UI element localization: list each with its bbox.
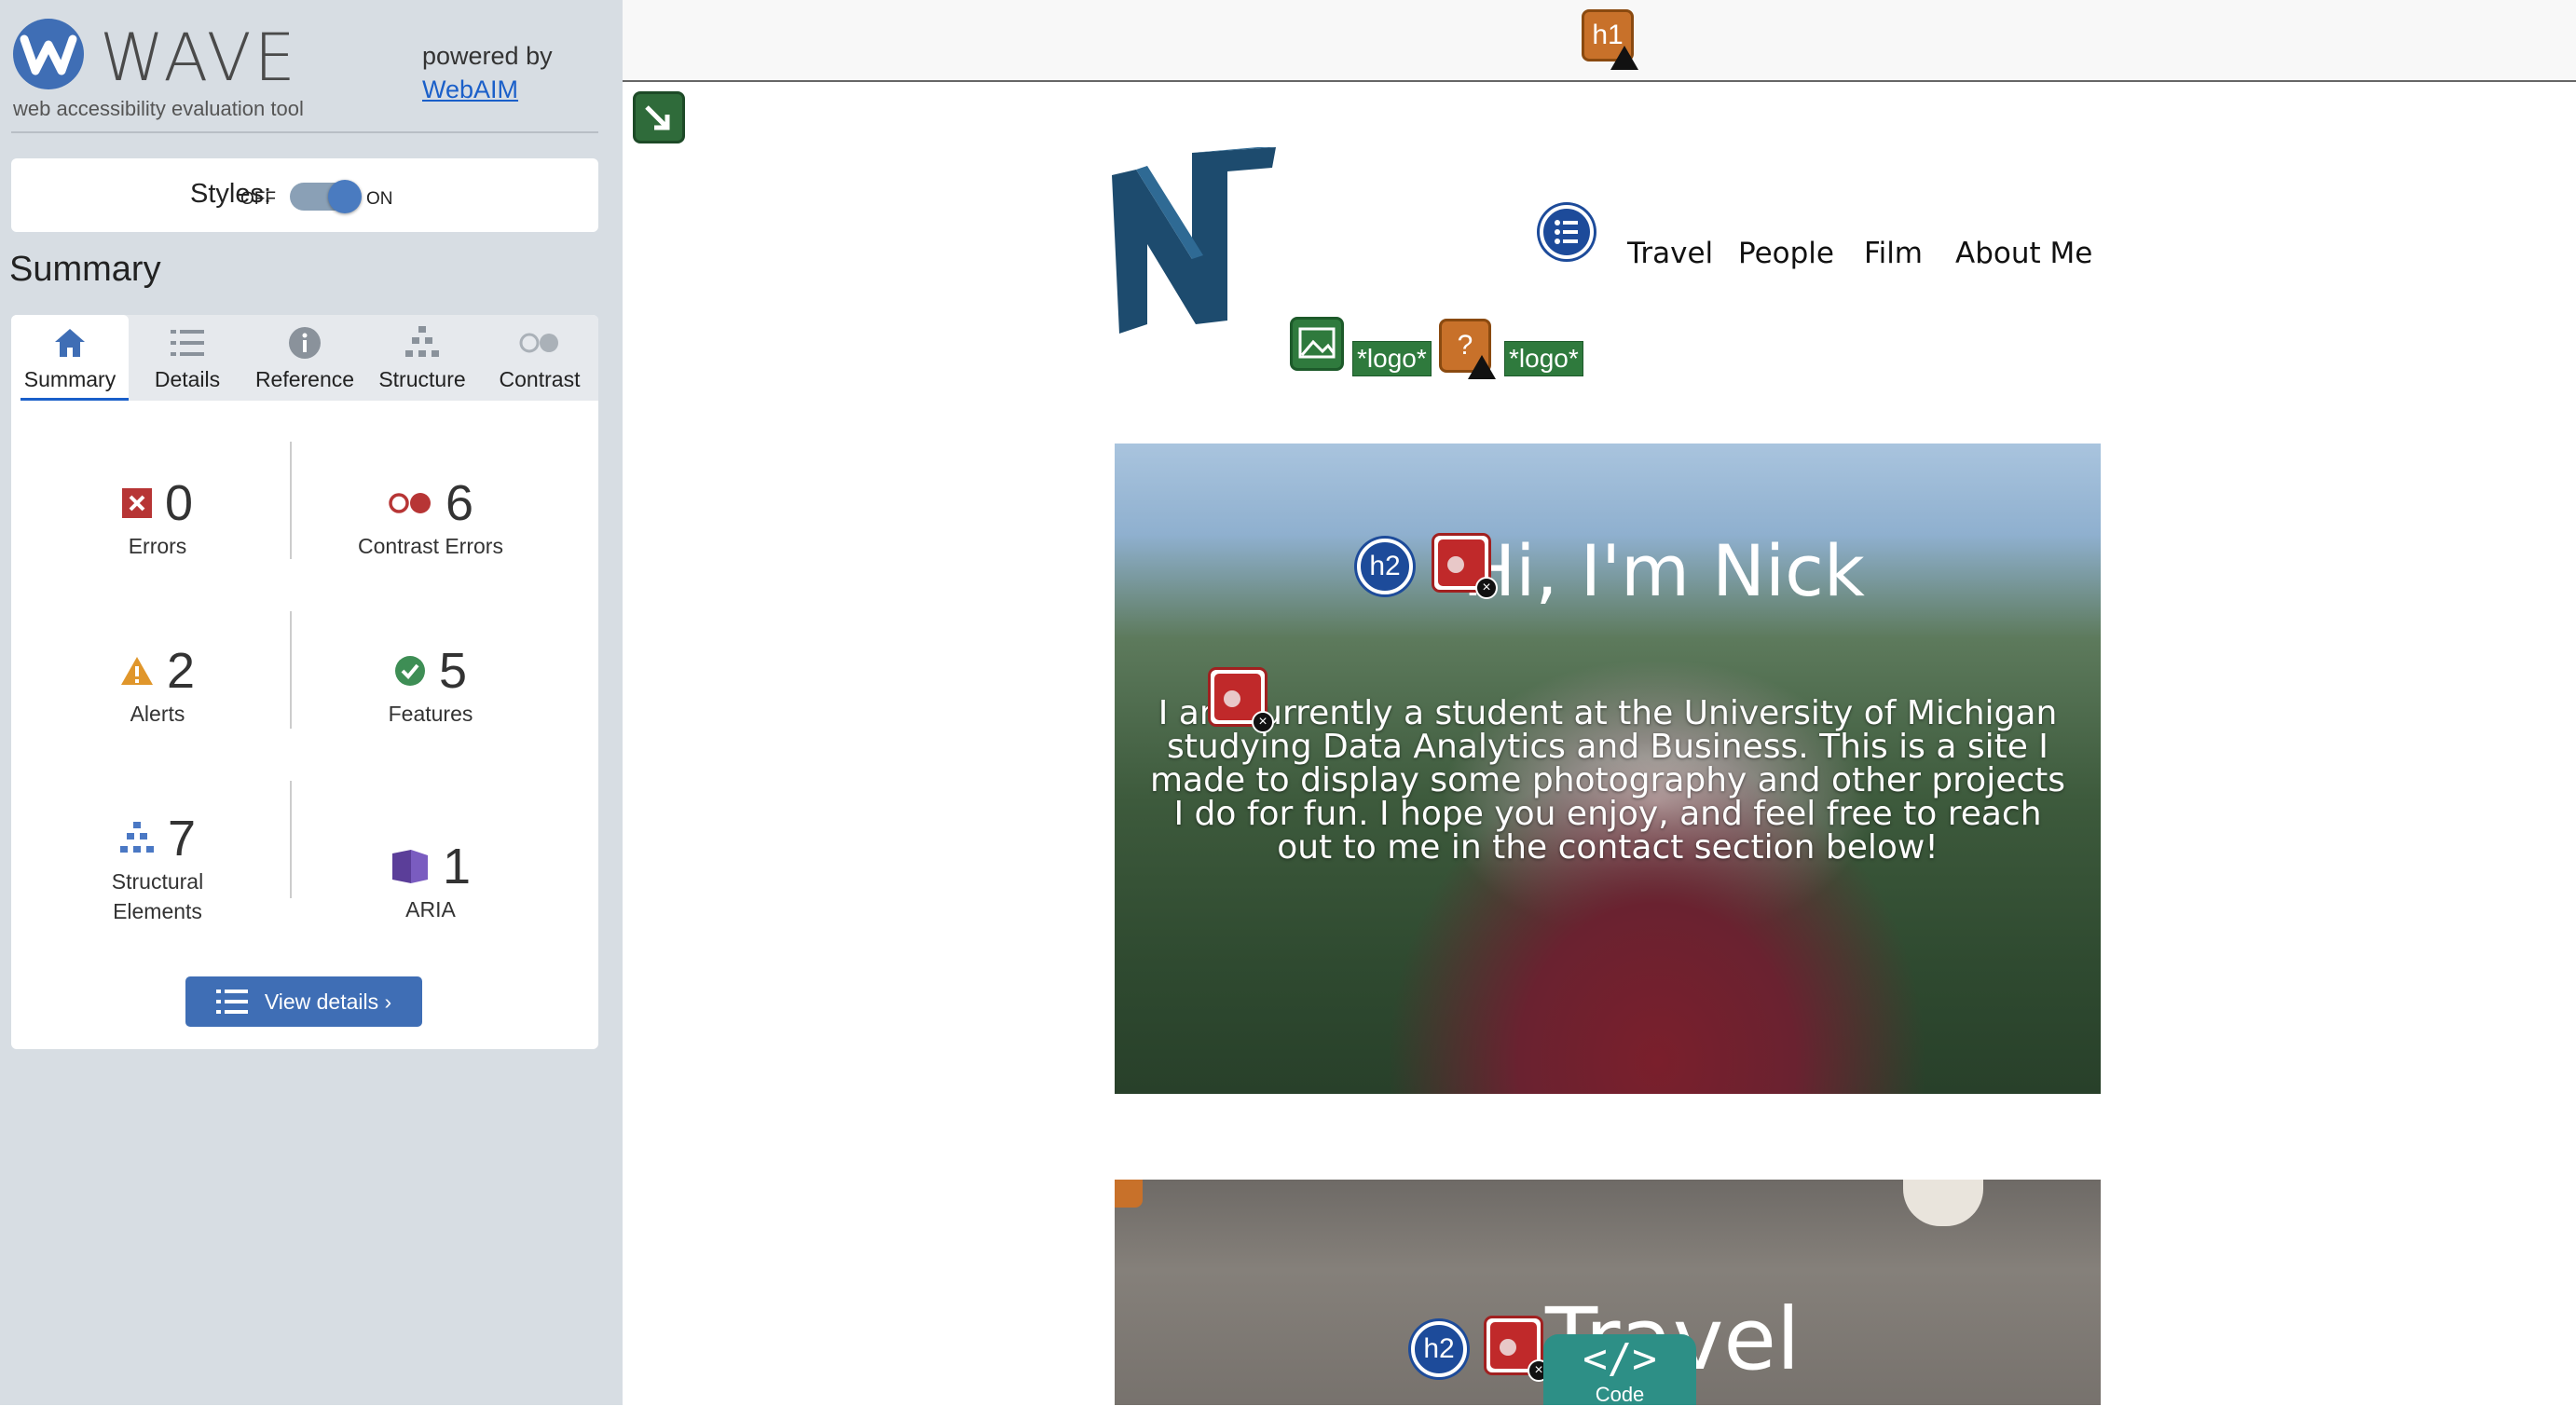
structure-elements-icon bbox=[119, 822, 154, 853]
list-icon bbox=[171, 330, 204, 356]
errors-stat[interactable]: 0 Errors bbox=[22, 475, 293, 561]
tab-contrast[interactable]: Contrast bbox=[481, 315, 598, 401]
h2-heading-icon[interactable]: h2 bbox=[1357, 539, 1413, 594]
alerts-label: Alerts bbox=[130, 702, 185, 726]
errors-label: Errors bbox=[128, 534, 187, 558]
suspicious-alt-icon[interactable]: ? bbox=[1439, 319, 1496, 379]
nav-link-about[interactable]: About Me bbox=[1955, 237, 2092, 270]
structural-stat[interactable]: 7 Structural Elements bbox=[22, 811, 293, 926]
features-stat[interactable]: 5 Features bbox=[295, 643, 566, 729]
contrast-icon bbox=[519, 333, 558, 353]
feature-icon bbox=[394, 656, 425, 686]
tab-reference[interactable]: Reference bbox=[246, 315, 363, 401]
wave-logo-icon bbox=[13, 19, 84, 89]
view-details-label: View details › bbox=[264, 989, 392, 1014]
wave-sidebar: WAVE web accessibility evaluation tool p… bbox=[0, 0, 623, 1405]
contrast-error-icon[interactable]: × bbox=[1484, 1316, 1550, 1382]
partial-alert-icon[interactable] bbox=[1115, 1180, 1143, 1208]
contrast-error-icon[interactable]: × bbox=[1432, 533, 1498, 599]
errors-count: 0 bbox=[164, 475, 194, 531]
tab-reference-label: Reference bbox=[254, 367, 355, 391]
nav-link-travel[interactable]: Travel bbox=[1627, 237, 1713, 270]
features-label: Features bbox=[388, 702, 473, 726]
h1-heading-icon[interactable]: h1 bbox=[1582, 9, 1638, 70]
structural-label-2: Elements bbox=[113, 899, 202, 923]
nt-logo bbox=[1112, 147, 1276, 334]
summary-heading: Summary bbox=[9, 250, 161, 289]
tab-structure-label: Structure bbox=[378, 367, 466, 391]
aria-stat[interactable]: 1 ARIA bbox=[295, 839, 566, 924]
tab-summary[interactable]: Summary bbox=[11, 315, 129, 401]
contrast-errors-label: Contrast Errors bbox=[358, 534, 503, 558]
tab-details[interactable]: Details bbox=[129, 315, 246, 401]
structural-label-1: Structural bbox=[111, 869, 204, 894]
wave-title: WAVE bbox=[100, 20, 298, 96]
linked-image-icon[interactable] bbox=[1290, 317, 1344, 371]
styles-on-label: ON bbox=[366, 189, 393, 209]
nav-link-film[interactable]: Film bbox=[1864, 237, 1923, 270]
info-icon bbox=[289, 327, 321, 359]
home-icon bbox=[55, 329, 85, 357]
hero-text: I am currently a student at the Universi… bbox=[1149, 694, 2066, 867]
aria-label: ARIA bbox=[405, 897, 456, 921]
alert-icon bbox=[120, 657, 153, 685]
h2-badge-label: h2 bbox=[1423, 1333, 1455, 1364]
skip-link-icon[interactable] bbox=[633, 91, 685, 143]
unordered-list-icon[interactable] bbox=[1540, 205, 1594, 259]
list-icon bbox=[215, 990, 248, 1014]
error-icon bbox=[121, 488, 152, 518]
styles-off-label: OFF bbox=[240, 189, 276, 209]
powered-by-text: powered by bbox=[422, 42, 553, 70]
code-toggle-button[interactable]: </> Code bbox=[1543, 1334, 1696, 1405]
evaluated-page: h1 *logo* ? *logo* Travel People Film Ab… bbox=[623, 0, 2576, 1405]
hero-section: Hi, I'm Nick I am currently a student at… bbox=[1115, 444, 2101, 1094]
hero-title: Hi, I'm Nick bbox=[1462, 529, 1865, 612]
nav-link-people[interactable]: People bbox=[1738, 237, 1834, 270]
tab-structure[interactable]: Structure bbox=[363, 315, 481, 401]
structural-count: 7 bbox=[167, 811, 197, 867]
panel-tabs: Summary Details Reference Structure Cont… bbox=[11, 315, 598, 401]
h2-heading-icon[interactable]: h2 bbox=[1411, 1321, 1467, 1377]
webaim-link[interactable]: WebAIM bbox=[422, 73, 553, 106]
features-count: 5 bbox=[438, 643, 468, 699]
aria-count: 1 bbox=[442, 839, 472, 894]
wave-tagline: web accessibility evaluation tool bbox=[13, 97, 304, 120]
contrast-errors-count: 6 bbox=[445, 475, 474, 531]
alert-badge-icon bbox=[1610, 46, 1638, 70]
h2-badge-label: h2 bbox=[1369, 551, 1401, 581]
styles-toggle[interactable] bbox=[290, 180, 362, 213]
alerts-count: 2 bbox=[166, 643, 196, 699]
alert-badge-icon bbox=[1468, 355, 1496, 379]
alerts-stat[interactable]: 2 Alerts bbox=[22, 643, 293, 729]
tab-details-label: Details bbox=[154, 367, 221, 391]
structure-icon bbox=[405, 326, 439, 357]
view-details-button[interactable]: View details › bbox=[185, 976, 422, 1027]
summary-panel: Summary Details Reference Structure Cont… bbox=[11, 315, 598, 1049]
code-icon: </> bbox=[1583, 1335, 1657, 1383]
styles-toggle-box: Styles: OFF ON bbox=[11, 158, 598, 232]
divider bbox=[11, 131, 598, 133]
contrast-errors-stat[interactable]: 6 Contrast Errors bbox=[295, 475, 566, 561]
tab-contrast-label: Contrast bbox=[499, 367, 581, 391]
contrast-error-icon bbox=[389, 493, 431, 513]
alt-text-tag-2: *logo* bbox=[1504, 341, 1583, 376]
surfboard-shape bbox=[1903, 1180, 1983, 1226]
alt-text-tag: *logo* bbox=[1352, 341, 1432, 376]
code-label: Code bbox=[1595, 1383, 1645, 1406]
toggle-knob[interactable] bbox=[328, 180, 362, 213]
aria-icon bbox=[391, 850, 428, 883]
tab-summary-label: Summary bbox=[23, 367, 116, 391]
powered-by: powered by WebAIM bbox=[422, 39, 553, 106]
contrast-error-icon[interactable]: × bbox=[1208, 667, 1274, 733]
